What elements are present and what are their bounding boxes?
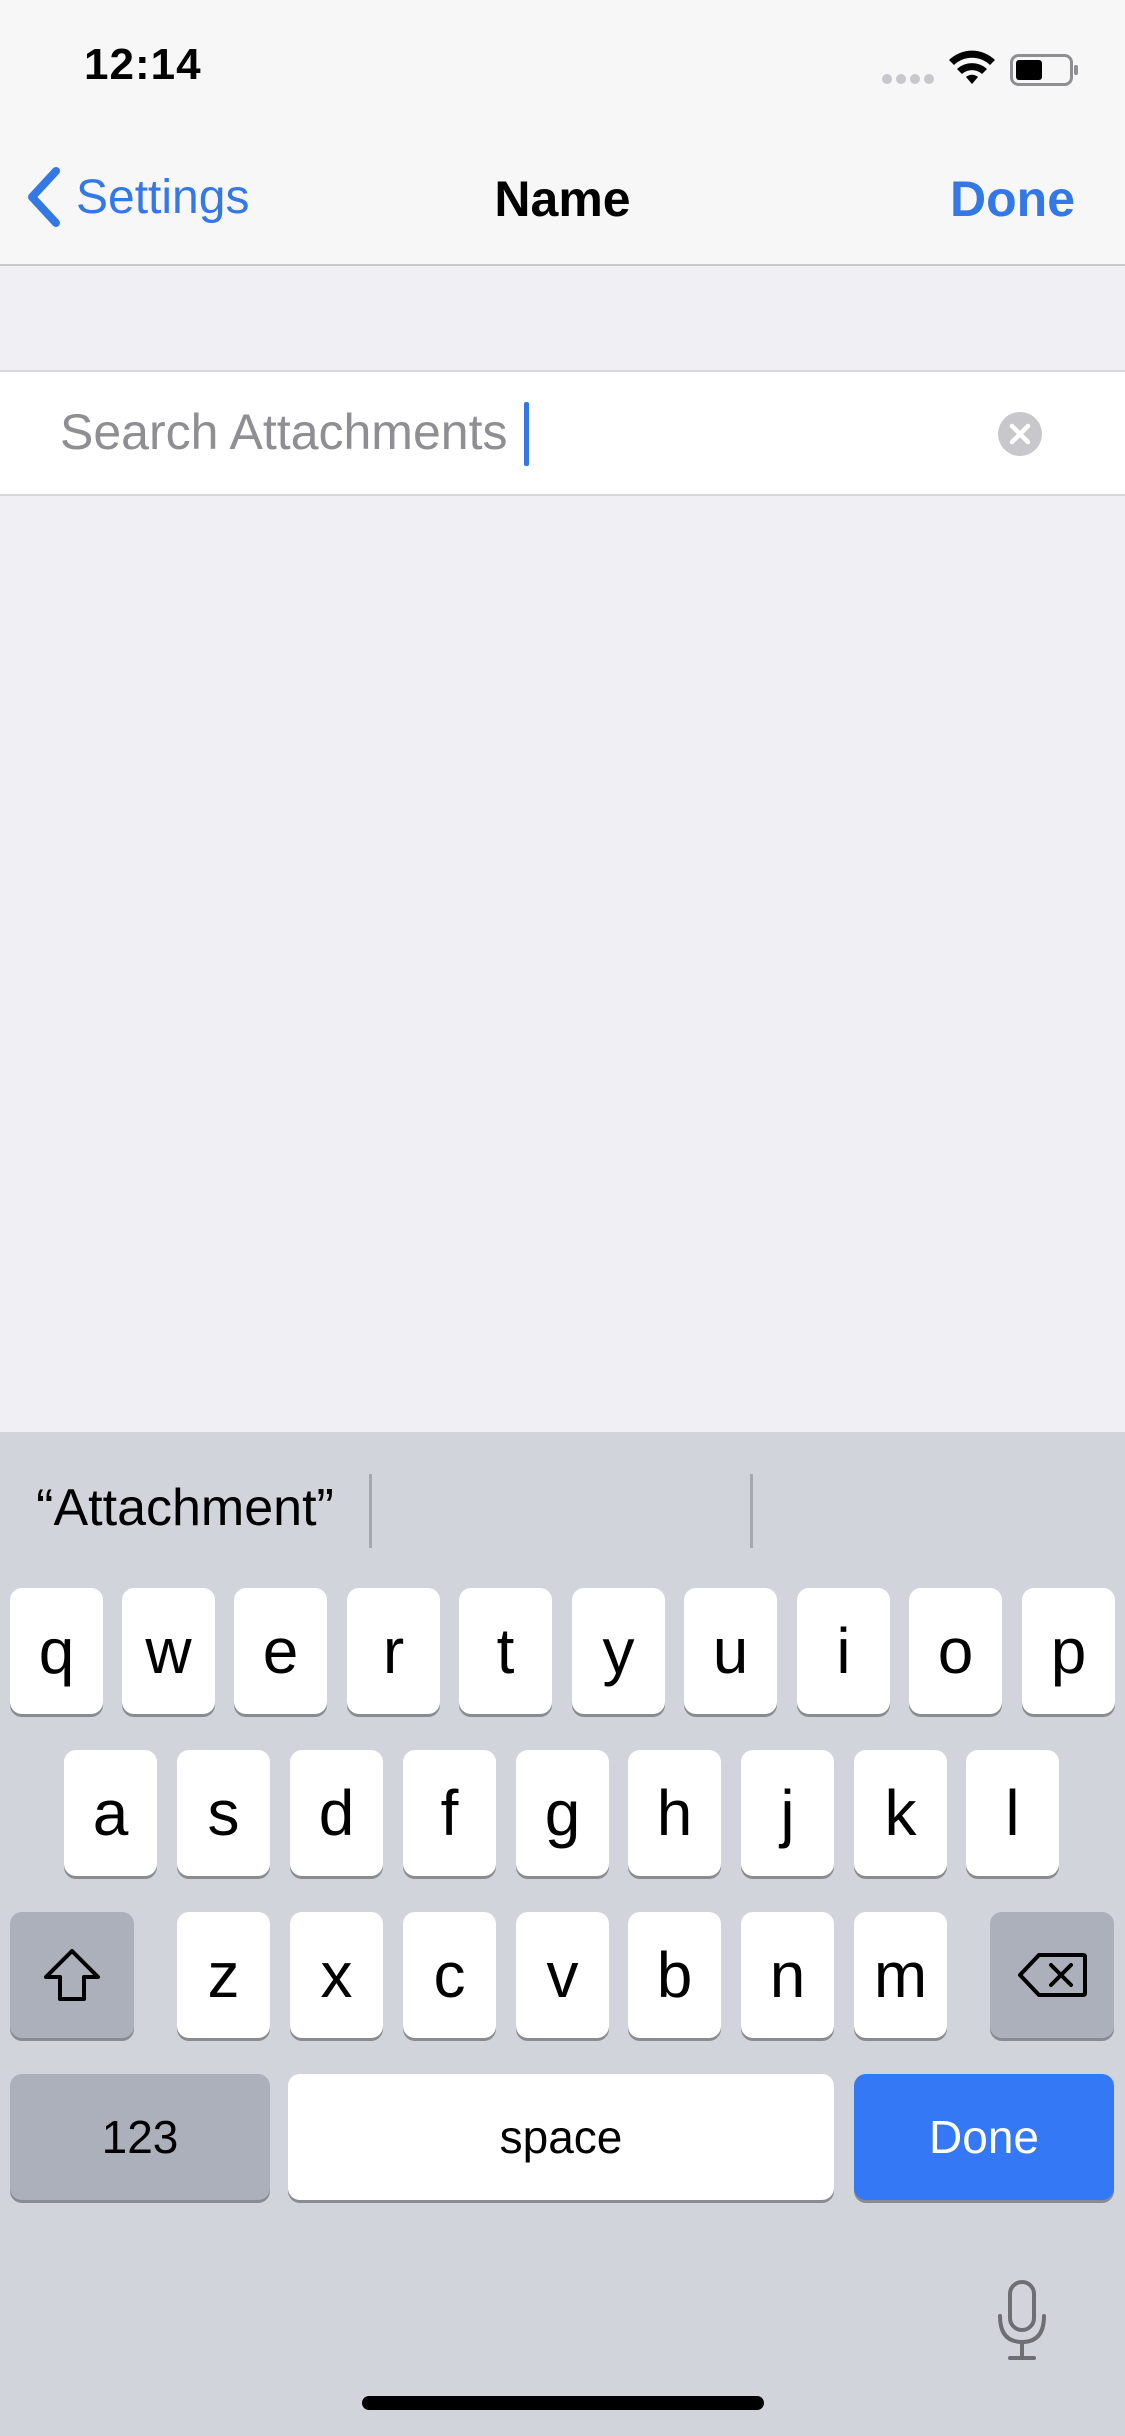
back-label: Settings xyxy=(76,170,250,224)
key-j[interactable]: j xyxy=(741,1750,834,1876)
key-m[interactable]: m xyxy=(854,1912,947,2038)
search-row xyxy=(0,370,1125,496)
key-d[interactable]: d xyxy=(290,1750,383,1876)
home-indicator[interactable] xyxy=(362,2396,764,2410)
key-s[interactable]: s xyxy=(177,1750,270,1876)
status-time: 12:14 xyxy=(84,40,202,89)
shift-key[interactable] xyxy=(10,1912,134,2038)
backspace-icon xyxy=(1018,1953,1087,1997)
delete-key[interactable] xyxy=(990,1912,1114,2038)
key-a[interactable]: a xyxy=(64,1750,157,1876)
prediction-1[interactable]: “Attachment” xyxy=(0,1432,370,1584)
key-f[interactable]: f xyxy=(403,1750,496,1876)
space-key[interactable]: space xyxy=(288,2074,834,2200)
key-u[interactable]: u xyxy=(684,1588,777,1714)
numbers-key[interactable]: 123 xyxy=(10,2074,270,2200)
key-y[interactable]: y xyxy=(572,1588,665,1714)
wifi-icon xyxy=(949,50,995,84)
key-w[interactable]: w xyxy=(122,1588,215,1714)
shift-arrow-icon xyxy=(44,1949,100,2001)
key-h[interactable]: h xyxy=(628,1750,721,1876)
key-l[interactable]: l xyxy=(966,1750,1059,1876)
key-v[interactable]: v xyxy=(516,1912,609,2038)
key-o[interactable]: o xyxy=(909,1588,1002,1714)
key-z[interactable]: z xyxy=(177,1912,270,2038)
microphone-icon[interactable] xyxy=(996,2280,1048,2362)
prediction-3[interactable] xyxy=(752,1432,1125,1584)
key-p[interactable]: p xyxy=(1022,1588,1115,1714)
prediction-2[interactable] xyxy=(372,1432,750,1584)
status-bar: 12:14 xyxy=(0,0,1125,132)
keyboard-done-key[interactable]: Done xyxy=(854,2074,1114,2200)
key-b[interactable]: b xyxy=(628,1912,721,2038)
predictive-bar: “Attachment” xyxy=(0,1432,1125,1584)
key-c[interactable]: c xyxy=(403,1912,496,2038)
nav-done-button[interactable]: Done xyxy=(950,170,1075,228)
key-e[interactable]: e xyxy=(234,1588,327,1714)
key-n[interactable]: n xyxy=(741,1912,834,2038)
key-x[interactable]: x xyxy=(290,1912,383,2038)
text-cursor xyxy=(524,402,529,466)
key-i[interactable]: i xyxy=(797,1588,890,1714)
chevron-left-icon xyxy=(28,167,60,227)
battery-icon xyxy=(1010,54,1078,86)
clear-circle-icon[interactable] xyxy=(998,412,1042,456)
key-q[interactable]: q xyxy=(10,1588,103,1714)
key-k[interactable]: k xyxy=(854,1750,947,1876)
keyboard: “Attachment” q w e r t y u i o p a s d f… xyxy=(0,1432,1125,2436)
back-button[interactable]: Settings xyxy=(24,162,249,232)
key-t[interactable]: t xyxy=(459,1588,552,1714)
search-input[interactable] xyxy=(60,394,960,470)
key-g[interactable]: g xyxy=(516,1750,609,1876)
navigation-bar: Settings Name Done xyxy=(0,132,1125,266)
signal-dots-icon xyxy=(882,74,934,86)
key-r[interactable]: r xyxy=(347,1588,440,1714)
